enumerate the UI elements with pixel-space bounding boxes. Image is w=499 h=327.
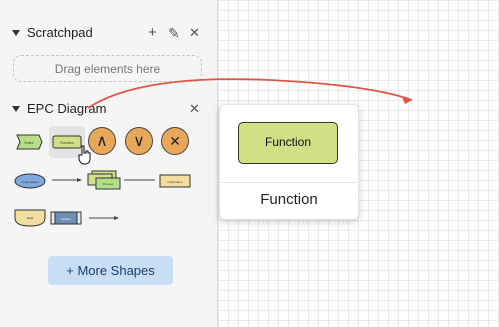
and-connector-shape[interactable]: ∧: [88, 127, 116, 155]
svg-text:System: System: [61, 217, 72, 221]
svg-text:Information: Information: [167, 180, 182, 184]
tooltip-preview-shape: Function: [238, 122, 338, 164]
scratchpad-title: Scratchpad: [27, 25, 93, 40]
close-icon[interactable]: ✕: [189, 24, 200, 42]
sidebar: Scratchpad + ✎ ✕ Drag elements here EPC …: [0, 0, 218, 327]
svg-text:Event: Event: [25, 141, 34, 145]
information-flow-shape[interactable]: [124, 178, 156, 182]
pencil-icon[interactable]: ✎: [168, 24, 180, 42]
more-shapes-button[interactable]: + More Shapes: [48, 256, 173, 285]
tooltip-title: Function: [260, 191, 318, 208]
svg-text:Data: Data: [27, 216, 34, 220]
svg-text:Function: Function: [60, 141, 73, 145]
tooltip-divider: [220, 182, 358, 183]
connection-shape[interactable]: [88, 214, 120, 222]
or-connector-shape[interactable]: ∨: [125, 127, 153, 155]
event-shape[interactable]: Event: [13, 134, 43, 150]
xor-connector-shape[interactable]: ✕: [161, 127, 189, 155]
information-material-shape[interactable]: Information: [159, 174, 191, 188]
scratchpad-header[interactable]: Scratchpad + ✎ ✕: [0, 23, 217, 45]
system-shape[interactable]: System: [50, 211, 82, 225]
organisation-shape[interactable]: Organisation: [14, 173, 46, 189]
plus-icon[interactable]: +: [148, 24, 157, 42]
shape-tooltip: Function Function: [219, 104, 359, 220]
data-shape[interactable]: Data: [14, 209, 46, 227]
svg-text:Organisation: Organisation: [21, 180, 38, 184]
svg-text:Process: Process: [103, 182, 114, 186]
chevron-down-icon[interactable]: [12, 30, 20, 36]
chevron-down-icon[interactable]: [12, 106, 20, 112]
process-path-shape[interactable]: Process: [87, 170, 121, 190]
control-flow-shape[interactable]: [51, 176, 83, 184]
